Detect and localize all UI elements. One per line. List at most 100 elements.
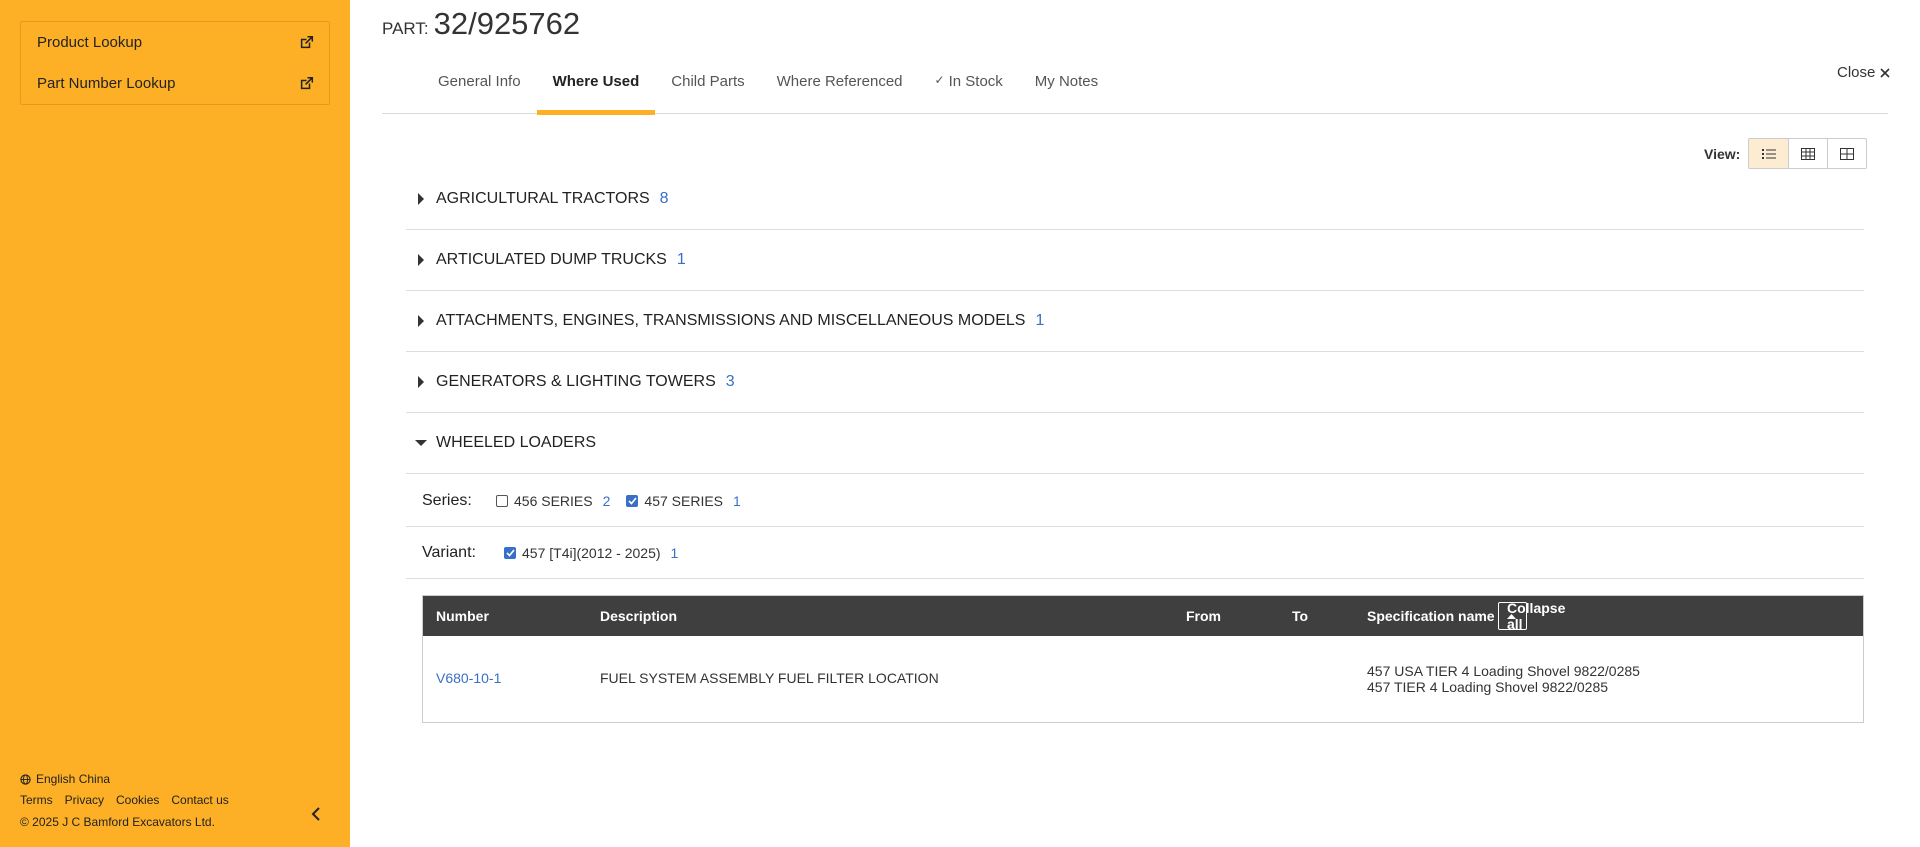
col-to: To (1292, 608, 1309, 624)
col-number: Number (436, 608, 489, 624)
tab-bar: General Info Where Used Child Parts Wher… (382, 60, 1888, 115)
table-view-button[interactable] (1788, 139, 1827, 168)
category-name: ARTICULATED DUMP TRUCKS (436, 251, 667, 268)
check-icon: ✓ (934, 73, 945, 87)
language-selector[interactable]: English China (20, 771, 350, 787)
category-count: 3 (725, 373, 735, 390)
category-name: AGRICULTURAL TRACTORS (436, 190, 650, 207)
tab-label: General Info (438, 73, 521, 90)
category-generators-lighting-towers[interactable]: GENERATORS & LIGHTING TOWERS 3 (406, 352, 1864, 413)
terms-link[interactable]: Terms (20, 793, 53, 809)
sidebar: Product Lookup Part Number Lookup Englis… (0, 0, 350, 847)
checkbox-checked[interactable] (504, 546, 516, 559)
table-header: Number Description From To Specification… (423, 596, 1863, 636)
checkbox-unchecked[interactable] (496, 494, 508, 507)
caret-right-icon (406, 254, 436, 266)
check-icon (628, 496, 637, 505)
col-description: Description (600, 608, 678, 624)
sidebar-item-label: Part Number Lookup (37, 75, 176, 92)
tab-child-parts[interactable]: Child Parts (671, 60, 744, 114)
tab-label: Where Referenced (776, 73, 903, 90)
tab-where-referenced[interactable]: Where Referenced (777, 60, 903, 114)
copyright: © 2025 J C Bamford Excavators Ltd. (20, 815, 215, 829)
globe-icon (20, 773, 31, 785)
row-description: FUEL SYSTEM ASSEMBLY FUEL FILTER LOCATIO… (600, 670, 939, 686)
caret-right-icon (406, 376, 436, 388)
caret-down-icon (406, 440, 436, 446)
collapse-all-button[interactable]: Collapse all (1498, 600, 1565, 632)
view-button-group (1748, 138, 1868, 169)
tab-label: Where Used (552, 73, 640, 90)
category-wheeled-loaders[interactable]: WHEELED LOADERS (406, 413, 1864, 474)
variant-filter: Variant: 457 [T4i](2012 - 2025) 1 (406, 527, 1864, 579)
col-spec: Specification name (1367, 608, 1495, 624)
series-option-457[interactable]: 457 SERIES 1 (626, 492, 741, 509)
external-link-icon (300, 35, 314, 49)
view-switcher: View: (1704, 138, 1868, 169)
option-count: 2 (602, 492, 611, 509)
tab-label: In Stock (948, 73, 1003, 90)
collapse-all-label: Collapse all (1507, 600, 1566, 632)
category-count: 1 (676, 251, 686, 268)
privacy-link[interactable]: Privacy (65, 793, 104, 809)
category-count: 1 (1035, 312, 1045, 329)
series-label: Series: (422, 491, 472, 509)
spec-line: 457 TIER 4 Loading Shovel 9822/0285 (1367, 679, 1609, 695)
category-attachments-engines[interactable]: ATTACHMENTS, ENGINES, TRANSMISSIONS AND … (406, 291, 1864, 352)
tab-label: Child Parts (671, 73, 745, 90)
category-count: 8 (659, 190, 669, 207)
part-label: PART: (382, 19, 429, 38)
sidebar-footer: English China Terms Privacy Cookies Cont… (20, 771, 350, 831)
table-icon (1801, 147, 1816, 160)
sidebar-menu: Product Lookup Part Number Lookup (20, 21, 330, 105)
option-count: 1 (670, 544, 679, 561)
tab-where-used[interactable]: Where Used (536, 60, 656, 115)
contact-link[interactable]: Contact us (171, 793, 228, 809)
tab-in-stock[interactable]: ✓ In Stock (935, 60, 1003, 114)
cookies-link[interactable]: Cookies (116, 793, 159, 809)
main-content: PART: 32/925762 General Info Where Used … (350, 0, 1920, 847)
col-from: From (1186, 608, 1221, 624)
close-icon (1880, 67, 1890, 78)
category-name: GENERATORS & LIGHTING TOWERS (436, 373, 716, 390)
close-label: Close (1837, 64, 1876, 81)
option-label: 457 SERIES (644, 492, 724, 509)
tab-my-notes[interactable]: My Notes (1035, 60, 1098, 114)
spec-line: 457 USA TIER 4 Loading Shovel 9822/0285 (1367, 663, 1640, 679)
option-label: 457 [T4i](2012 - 2025) (522, 544, 661, 561)
page-title: PART: 32/925762 (382, 6, 580, 42)
chevron-left-icon (311, 807, 320, 821)
sidebar-item-part-number-lookup[interactable]: Part Number Lookup (21, 63, 329, 104)
variant-option-457-t4i[interactable]: 457 [T4i](2012 - 2025) 1 (504, 545, 678, 561)
view-label: View: (1704, 145, 1741, 162)
caret-right-icon (406, 193, 436, 205)
sidebar-item-label: Product Lookup (37, 34, 143, 51)
close-button[interactable]: Close (1837, 64, 1890, 81)
grid-icon (1840, 147, 1855, 160)
category-name: ATTACHMENTS, ENGINES, TRANSMISSIONS AND … (436, 312, 1026, 329)
caret-right-icon (406, 315, 436, 327)
language-label: English China (36, 772, 111, 786)
option-count: 1 (733, 492, 741, 509)
check-icon (505, 548, 515, 557)
category-agricultural-tractors[interactable]: AGRICULTURAL TRACTORS 8 (406, 169, 1864, 230)
collapse-sidebar-button[interactable] (308, 804, 324, 824)
grid-view-button[interactable] (1827, 139, 1866, 168)
part-number-link[interactable]: V680-10-1 (436, 670, 501, 686)
tab-general-info[interactable]: General Info (438, 60, 521, 114)
table-row: V680-10-1 FUEL SYSTEM ASSEMBLY FUEL FILT… (423, 636, 1863, 722)
variant-label: Variant: (422, 543, 476, 561)
list-view-button[interactable] (1749, 139, 1789, 168)
checkbox-checked[interactable] (626, 494, 639, 507)
row-spec: 457 USA TIER 4 Loading Shovel 9822/0285 … (1367, 663, 1640, 695)
list-icon (1761, 148, 1776, 159)
tab-label: My Notes (1034, 73, 1099, 90)
footer-links: Terms Privacy Cookies Contact us (20, 793, 350, 809)
external-link-icon (300, 76, 314, 90)
sidebar-item-product-lookup[interactable]: Product Lookup (21, 22, 329, 63)
series-option-456[interactable]: 456 SERIES 2 (496, 493, 610, 509)
category-articulated-dump-trucks[interactable]: ARTICULATED DUMP TRUCKS 1 (406, 230, 1864, 291)
part-number: 32/925762 (433, 6, 581, 41)
category-name: WHEELED LOADERS (436, 434, 597, 451)
parts-table: Number Description From To Specification… (422, 595, 1864, 723)
